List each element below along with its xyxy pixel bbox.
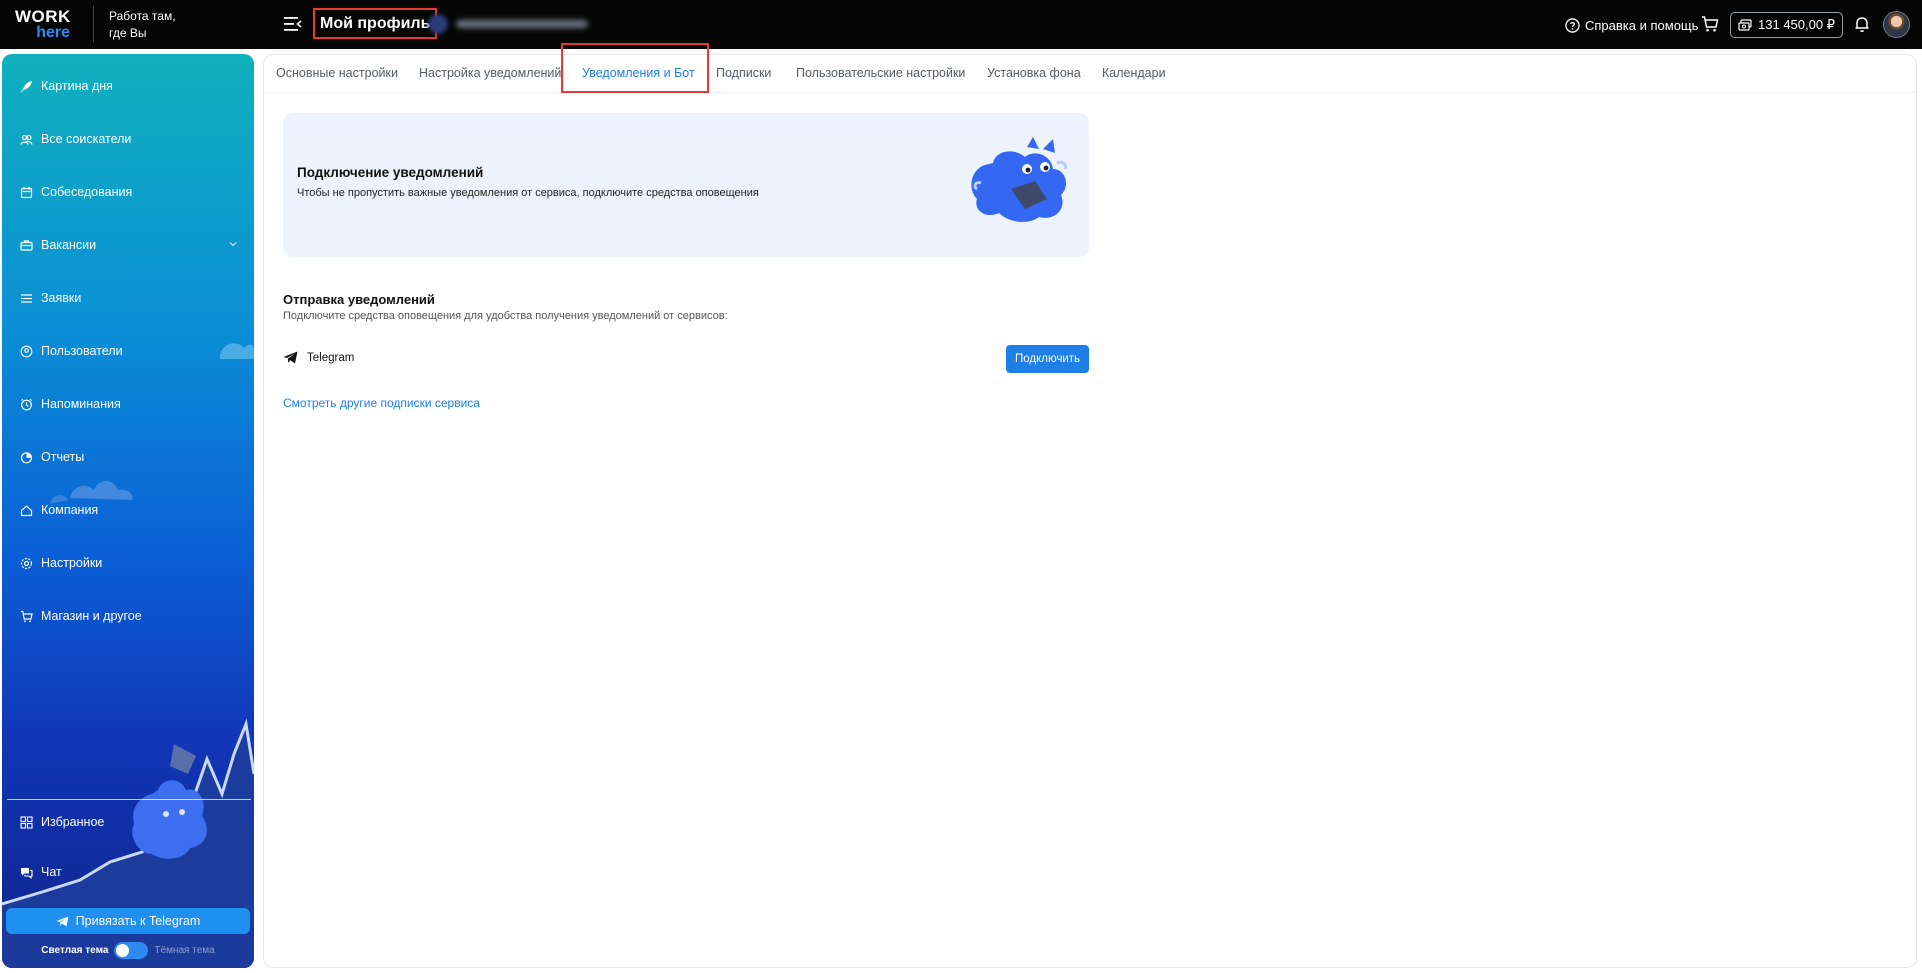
page-title: Мой профиль: [313, 8, 438, 39]
sidebar-item-label: Избранное: [41, 815, 105, 829]
cart-icon: [21, 610, 33, 622]
notifications-banner: Подключение уведомлений Чтобы не пропуст…: [283, 113, 1089, 257]
tab-user-settings[interactable]: Пользовательские настройки: [796, 66, 965, 80]
tagline-line: где Вы: [109, 26, 147, 40]
user-circle-icon: [20, 345, 33, 357]
telegram-icon: [283, 351, 298, 364]
sidebar-item-label: Отчеты: [41, 450, 85, 464]
balance-amount: 131 450,00 ₽: [1758, 17, 1835, 32]
logo-subword: here: [36, 24, 70, 41]
mascot-illustration: [971, 137, 1067, 222]
profile-tabs: Основные настройки Настройка уведомлений…: [264, 43, 1916, 93]
section-title: Отправка уведомлений: [283, 292, 435, 307]
profile-avatar[interactable]: [1883, 11, 1910, 38]
sidebar-item-reports[interactable]: Отчеты: [20, 446, 242, 468]
money-icon: [1738, 19, 1752, 31]
theme-toggle[interactable]: [114, 941, 149, 959]
calendar-icon: [20, 186, 33, 198]
channel-name: Telegram: [307, 351, 355, 364]
menu-collapse-icon[interactable]: [284, 16, 302, 32]
tab-notification-settings[interactable]: Настройка уведомлений: [419, 66, 561, 80]
user-name-blurred: [456, 20, 588, 28]
tab-background[interactable]: Установка фона: [987, 66, 1081, 80]
sidebar-item-company[interactable]: Компания: [20, 499, 242, 521]
sidebar-item-label: Пользователи: [41, 344, 123, 358]
sidebar-item-requests[interactable]: Заявки: [20, 287, 242, 309]
sidebar-item-users[interactable]: Пользователи: [20, 340, 242, 362]
sidebar-item-favorites[interactable]: Избранное: [20, 811, 242, 833]
pie-chart-icon: [20, 451, 33, 463]
gear-icon: [20, 557, 33, 569]
home-icon: [20, 504, 33, 516]
sidebar-item-interviews[interactable]: Собеседования: [20, 181, 242, 203]
more-subscriptions-link[interactable]: Смотреть другие подписки сервиса: [283, 396, 480, 410]
sidebar-item-shop[interactable]: Магазин и другое: [20, 605, 242, 627]
question-circle-icon: [1565, 17, 1580, 33]
sidebar-item-label: Картина дня: [41, 79, 113, 93]
sidebar-divider: [7, 799, 251, 800]
sidebar-item-label: Компания: [41, 503, 99, 517]
logo[interactable]: WORK here: [15, 8, 77, 41]
sidebar-item-label: Заявки: [41, 291, 82, 305]
sidebar-item-label: Собеседования: [41, 185, 133, 199]
divider: [93, 6, 94, 42]
sidebar-item-label: Чат: [41, 865, 62, 879]
chat-icon: [21, 867, 33, 879]
user-account[interactable]: [428, 14, 588, 34]
connect-button[interactable]: Подключить: [1006, 345, 1089, 373]
link-telegram-button[interactable]: Привязать к Telegram: [6, 908, 250, 934]
help-label: Справка и помощь: [1585, 17, 1699, 33]
tab-subscriptions[interactable]: Подписки: [716, 66, 771, 80]
sidebar-item-label: Все соискатели: [41, 132, 132, 146]
help-link[interactable]: Справка и помощь: [1565, 15, 1698, 35]
grid-icon: [20, 815, 33, 829]
briefcase-icon: [20, 239, 33, 251]
sidebar-item-chat[interactable]: Чат: [20, 861, 242, 883]
avatar: [428, 14, 448, 34]
theme-switcher: Светлая тема Тёмная тема: [2, 941, 254, 959]
top-bar: WORK here Работа там, где Вы Мой профиль…: [0, 0, 1922, 49]
telegram-channel-row: Telegram: [283, 351, 354, 364]
sidebar-item-picture-of-day[interactable]: Картина дня: [20, 75, 242, 97]
sidebar-item-settings[interactable]: Настройки: [20, 552, 242, 574]
tagline-line: Работа там,: [109, 9, 176, 23]
link-telegram-label: Привязать к Telegram: [75, 914, 201, 928]
sidebar-item-label: Напоминания: [41, 397, 121, 411]
sidebar: Картина дня Все соискатели Собеседования…: [2, 54, 254, 968]
sidebar-item-all-candidates[interactable]: Все соискатели: [20, 128, 242, 150]
logo-word: WORK: [15, 7, 71, 26]
sidebar-item-label: Настройки: [41, 556, 103, 570]
balance-button[interactable]: 131 450,00 ₽: [1730, 12, 1843, 38]
main-panel: Основные настройки Настройка уведомлений…: [263, 43, 1917, 968]
people-icon: [20, 134, 33, 145]
sidebar-item-reminders[interactable]: Напоминания: [20, 393, 242, 415]
sidebar-item-vacancies[interactable]: Вакансии: [20, 234, 242, 256]
banner-title: Подключение уведомлений: [297, 165, 484, 180]
tab-calendars[interactable]: Календари: [1102, 66, 1166, 80]
bell-icon[interactable]: [1853, 15, 1871, 33]
telegram-icon: [56, 916, 69, 926]
list-icon: [21, 293, 32, 303]
sun-icon: [116, 943, 130, 957]
alarm-icon: [21, 398, 32, 410]
cart-icon[interactable]: [1701, 15, 1719, 33]
theme-light-label: Светлая тема: [41, 944, 109, 956]
tab-main-settings[interactable]: Основные настройки: [276, 66, 398, 80]
tagline: Работа там, где Вы: [109, 8, 176, 42]
rocket-icon: [20, 80, 32, 92]
banner-text: Чтобы не пропустить важные уведомления о…: [297, 187, 759, 199]
chevron-down-icon: [229, 242, 237, 247]
highlight-box: [561, 43, 709, 93]
sidebar-item-label: Вакансии: [41, 238, 97, 252]
theme-dark-label: Тёмная тема: [154, 944, 215, 956]
sidebar-item-label: Магазин и другое: [41, 609, 142, 623]
section-subtitle: Подключите средства оповещения для удобс…: [283, 310, 728, 322]
